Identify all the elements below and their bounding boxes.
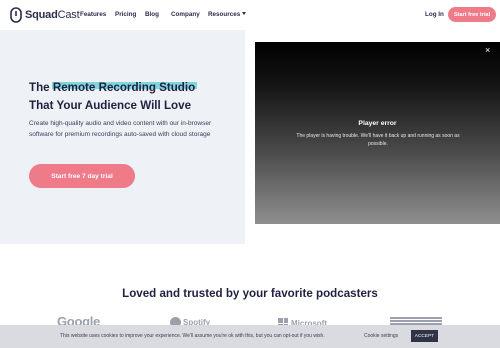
hero-subtext: Create high-quality audio and video cont…	[29, 120, 212, 138]
nav-link-resources[interactable]: Resources	[208, 11, 247, 18]
video-player[interactable]: × Player error The player is having trou…	[255, 42, 500, 224]
cookie-settings-link[interactable]: Cookie settings	[364, 333, 398, 339]
headline-highlight: Remote Recording Studio	[52, 81, 196, 94]
trusted-section-title: Loved and trusted by your favorite podca…	[122, 287, 378, 300]
logo-text: SquadCast	[25, 9, 80, 21]
login-link[interactable]: Log In	[425, 11, 444, 18]
start-free-trial-button[interactable]: Start free trial	[448, 7, 496, 22]
nav-link-features[interactable]: Features	[80, 11, 106, 18]
squadcast-logo[interactable]: SquadCast	[10, 7, 80, 23]
nav-link-blog[interactable]: Blog	[145, 11, 159, 18]
player-error-title: Player error	[358, 120, 397, 127]
chevron-down-icon	[242, 12, 247, 15]
cookie-message: This website uses cookies to improve you…	[60, 333, 325, 339]
start-free-7-day-trial-button[interactable]: Start free 7 day trial	[29, 164, 135, 188]
accept-cookies-button[interactable]: ACCEPT	[411, 330, 438, 342]
hero-headline: The Remote Recording Studio That Your Aud…	[29, 81, 196, 112]
close-icon[interactable]: ×	[485, 46, 490, 55]
logo-mark-icon	[10, 7, 22, 23]
nav-link-company[interactable]: Company	[171, 11, 200, 18]
nav-link-resources-label: Resources	[208, 11, 241, 18]
top-nav: SquadCast Features Pricing Blog Company …	[0, 0, 500, 30]
nav-link-pricing[interactable]: Pricing	[115, 11, 136, 18]
cookie-banner: This website uses cookies to improve you…	[0, 325, 500, 348]
player-error-message: The player is having trouble. We'll have…	[296, 133, 460, 147]
